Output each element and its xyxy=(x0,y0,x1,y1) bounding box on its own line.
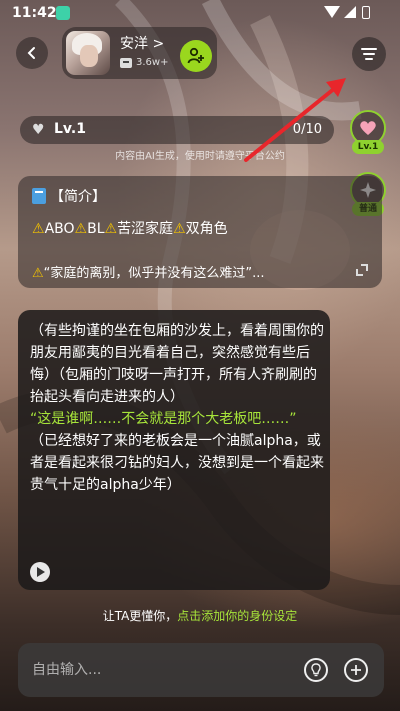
intro-tag: ABO xyxy=(44,221,75,237)
menu-icon xyxy=(361,48,377,50)
message-text: （有些拘谨的坐在包厢的沙发上，看着周围你的朋友用鄙夷的目光看着自己，突然感觉有些… xyxy=(30,320,324,496)
intimacy-level-button[interactable]: Lv.1 xyxy=(348,110,388,156)
heart-pink-icon xyxy=(360,121,376,135)
warning-icon: ⚠ xyxy=(32,221,45,237)
avatar[interactable] xyxy=(66,31,110,75)
status-indicators xyxy=(324,6,372,20)
play-voice-button[interactable] xyxy=(30,562,50,582)
intro-title: 【简介】 xyxy=(32,186,106,206)
message-narration: （已经想好了来的老板会是一个油腻alpha，或者是看起来很刁钻的妇人，没想到是一… xyxy=(30,433,324,493)
heart-icon: ♥ xyxy=(32,122,45,138)
intro-quote: ⚠“家庭的离别，似乎并没有这么难过”... xyxy=(32,262,265,281)
level-tag: Lv.1 xyxy=(352,140,384,154)
menu-icon-line xyxy=(363,53,375,55)
persona-hint: 让TA更懂你，点击添加你的身份设定 xyxy=(0,607,400,624)
chat-count: 3.6w+ xyxy=(120,57,168,68)
status-time: 11:42 xyxy=(12,5,57,21)
follow-button[interactable] xyxy=(180,40,212,72)
hint-prefix: 让TA更懂你， xyxy=(102,609,178,623)
chat-count-value: 3.6w+ xyxy=(136,57,169,68)
lightbulb-icon xyxy=(311,663,321,677)
character-name[interactable]: 安洋 > xyxy=(120,33,164,53)
add-button[interactable] xyxy=(344,658,368,682)
app-notification-icon xyxy=(56,6,70,20)
level-progress: 0/10 xyxy=(292,122,322,137)
warning-icon: ⚠ xyxy=(104,221,118,237)
wifi-icon xyxy=(324,6,340,18)
add-person-icon xyxy=(187,47,204,64)
plus-icon xyxy=(351,665,361,675)
level-bar[interactable]: ♥ Lv.1 0/10 xyxy=(20,116,334,144)
level-label: Lv.1 xyxy=(54,121,86,137)
message-narration: （有些拘谨的坐在包厢的沙发上，看着周围你的朋友用鄙夷的目光看着自己，突然感觉有些… xyxy=(30,323,324,405)
intro-title-text: 【简介】 xyxy=(50,189,106,205)
warning-icon: ⚠ xyxy=(32,266,44,281)
expand-icon[interactable] xyxy=(356,264,368,276)
warning-icon: ⚠ xyxy=(74,221,88,237)
add-persona-link[interactable]: 点击添加你的身份设定 xyxy=(177,609,297,623)
intro-quote-text: “家庭的离别，似乎并没有这么难过”... xyxy=(43,266,265,281)
menu-button[interactable] xyxy=(352,37,386,71)
chat-count-icon xyxy=(120,57,132,68)
ai-disclaimer: 内容由AI生成，使用时请遵守平台公约 xyxy=(115,151,285,162)
signal-icon xyxy=(344,6,356,18)
back-arrow-icon xyxy=(27,47,35,59)
menu-icon-line xyxy=(365,58,373,60)
book-icon xyxy=(32,188,46,204)
warning-icon: ⚠ xyxy=(173,221,186,237)
status-bar: 11:42 xyxy=(0,0,400,26)
input-bar xyxy=(18,643,384,697)
intro-tags: ⚠ABO⚠BL⚠苦涩家庭⚠双角色 xyxy=(32,218,228,238)
avatar-face xyxy=(80,45,98,67)
character-message[interactable]: （有些拘谨的坐在包厢的沙发上，看着周围你的朋友用鄙夷的目光看着自己，突然感觉有些… xyxy=(18,310,330,590)
intro-tag: BL xyxy=(87,221,105,237)
back-button[interactable] xyxy=(16,37,48,69)
intro-tag: 苦涩家庭 xyxy=(117,221,174,237)
chat-input[interactable] xyxy=(32,657,262,683)
inspiration-button[interactable] xyxy=(304,658,328,682)
intro-tag: 双角色 xyxy=(185,221,228,237)
message-dialogue: “这是谁啊……不会就是那个大老板吧……” xyxy=(30,411,297,427)
intro-card[interactable]: 【简介】 ⚠ABO⚠BL⚠苦涩家庭⚠双角色 ⚠“家庭的离别，似乎并没有这么难过”… xyxy=(18,176,382,288)
battery-icon xyxy=(362,6,370,19)
